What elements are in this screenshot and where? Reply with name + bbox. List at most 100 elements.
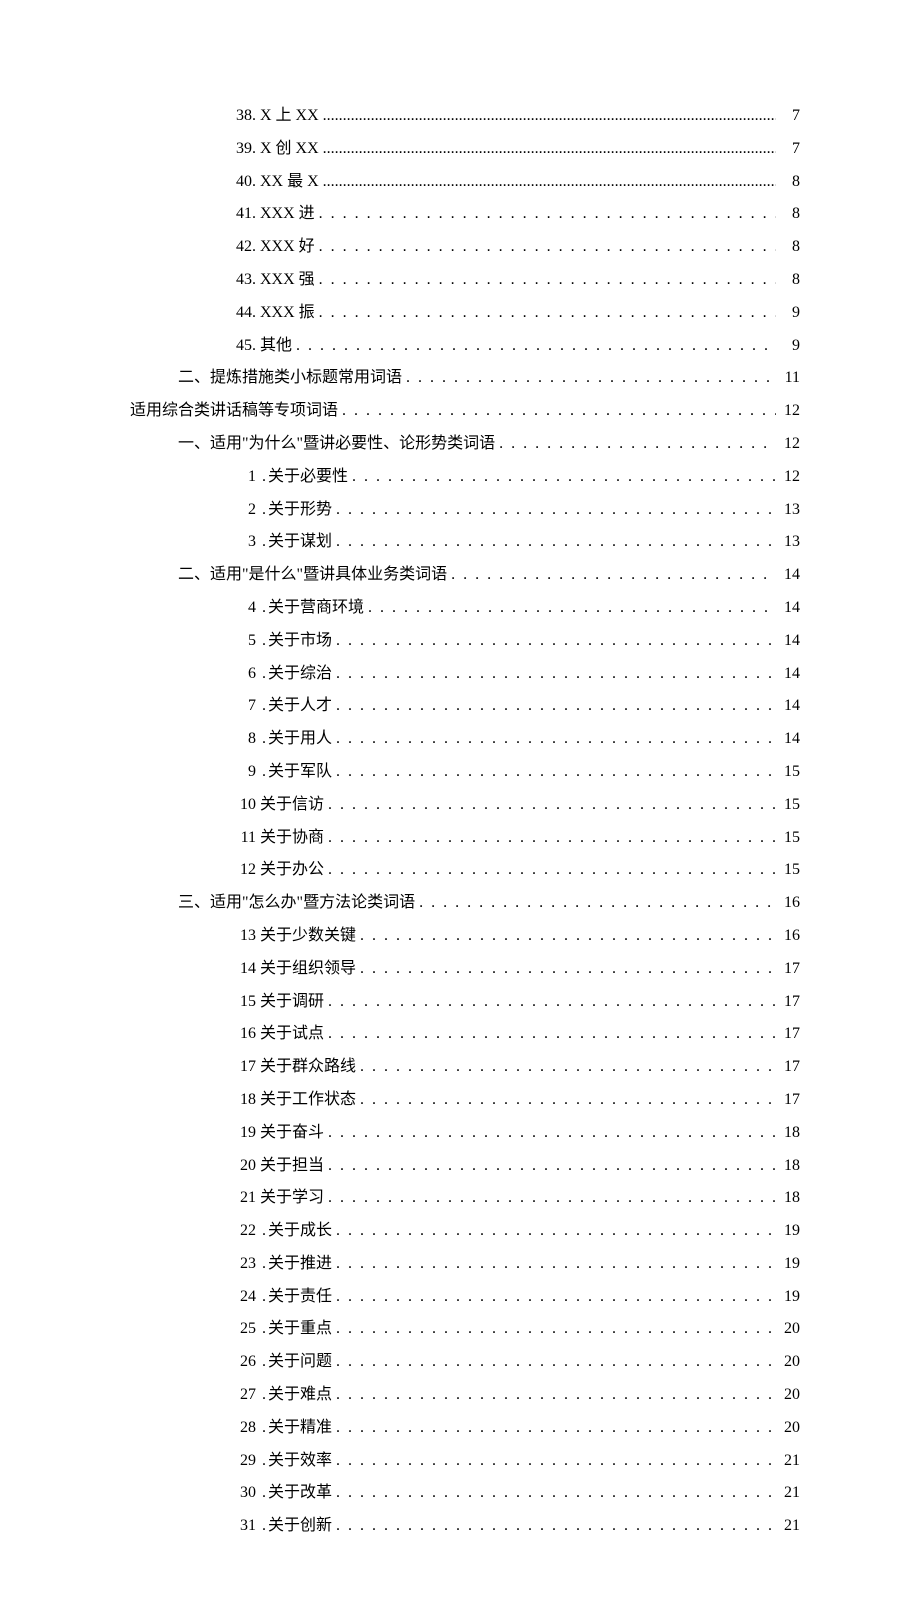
toc-leader-dots [332, 1445, 776, 1478]
toc-leader-dots [332, 494, 776, 527]
toc-page-number: 16 [776, 887, 800, 920]
toc-entry: 11关于协商15 [130, 822, 800, 855]
toc-page: 38.X 上 XX739.X 创 XX740.XX 最 X841.XXX 进84… [0, 0, 920, 1623]
toc-leader-dots [332, 1510, 776, 1543]
toc-separator: . [262, 756, 266, 789]
toc-leader-dots [364, 592, 776, 625]
toc-leader-dots [324, 822, 776, 855]
toc-leader-dots [324, 986, 776, 1019]
toc-leader-dots [356, 953, 776, 986]
toc-leader-dots [332, 1313, 776, 1346]
toc-number: 40. [226, 166, 256, 199]
toc-number: 43. [226, 264, 256, 297]
toc-leader-dots [332, 690, 776, 723]
toc-entry: 20关于担当18 [130, 1150, 800, 1183]
toc-label: 其他 [260, 330, 292, 363]
toc-label: 关于谋划 [268, 526, 332, 559]
toc-label: 关于调研 [260, 986, 324, 1019]
toc-entry: 8.关于用人14 [130, 723, 800, 756]
toc-leader-dots [332, 1412, 776, 1445]
toc-leader-dots [332, 1477, 776, 1510]
toc-number: 7 [226, 690, 256, 723]
toc-label: 关于营商环境 [268, 592, 364, 625]
toc-number: 9 [226, 756, 256, 789]
toc-entry: 24.关于责任19 [130, 1281, 800, 1314]
toc-number: 8 [226, 723, 256, 756]
toc-page-number: 20 [776, 1346, 800, 1379]
toc-entry: 38.X 上 XX7 [130, 100, 800, 133]
toc-leader-dots [332, 625, 776, 658]
toc-separator: . [262, 592, 266, 625]
toc-label: 关于学习 [260, 1182, 324, 1215]
toc-label: XX 最 X [260, 166, 319, 199]
toc-container: 38.X 上 XX739.X 创 XX740.XX 最 X841.XXX 进84… [130, 100, 800, 1543]
toc-entry: 7.关于人才14 [130, 690, 800, 723]
toc-entry: 27.关于难点20 [130, 1379, 800, 1412]
toc-label: 关于难点 [268, 1379, 332, 1412]
toc-number: 12 [226, 854, 256, 887]
toc-entry: 39.X 创 XX7 [130, 133, 800, 166]
toc-label: 关于办公 [260, 854, 324, 887]
toc-label: 关于必要性 [268, 461, 348, 494]
toc-number: 41. [226, 198, 256, 231]
toc-label: 关于试点 [260, 1018, 324, 1051]
toc-leader-dots [332, 1215, 776, 1248]
toc-entry: 6.关于综治14 [130, 658, 800, 691]
toc-number: 1 [226, 461, 256, 494]
toc-separator: . [262, 526, 266, 559]
toc-page-number: 19 [776, 1215, 800, 1248]
toc-number: 11 [226, 822, 256, 855]
toc-number: 2 [226, 494, 256, 527]
toc-leader-dots [447, 559, 776, 592]
toc-label: 关于军队 [268, 756, 332, 789]
toc-label: 关于担当 [260, 1150, 324, 1183]
toc-page-number: 17 [776, 1084, 800, 1117]
toc-page-number: 8 [776, 231, 800, 264]
toc-number: 30 [226, 1477, 256, 1510]
toc-page-number: 21 [776, 1445, 800, 1478]
toc-page-number: 21 [776, 1510, 800, 1543]
toc-label: XXX 振 [260, 297, 315, 330]
toc-entry: 44.XXX 振 9 [130, 297, 800, 330]
toc-number: 44. [226, 297, 256, 330]
toc-leader-dots [415, 887, 776, 920]
toc-page-number: 9 [776, 330, 800, 363]
toc-page-number: 8 [776, 198, 800, 231]
toc-number: 14 [226, 953, 256, 986]
toc-entry: 5.关于市场14 [130, 625, 800, 658]
toc-label: 二、提炼措施类小标题常用词语 [178, 362, 402, 395]
toc-number: 22 [226, 1215, 256, 1248]
toc-number: 26 [226, 1346, 256, 1379]
toc-leader-dots [315, 198, 776, 231]
toc-label: 关于少数关键 [260, 920, 356, 953]
toc-number: 21 [226, 1182, 256, 1215]
toc-entry: 19关于奋斗18 [130, 1117, 800, 1150]
toc-entry: 二、适用"是什么"暨讲具体业务类词语14 [130, 559, 800, 592]
toc-entry: 43.XXX 强8 [130, 264, 800, 297]
toc-label: 关于效率 [268, 1445, 332, 1478]
toc-label: 关于奋斗 [260, 1117, 324, 1150]
toc-leader-dots [324, 1150, 776, 1183]
toc-page-number: 14 [776, 690, 800, 723]
toc-number: 27 [226, 1379, 256, 1412]
toc-page-number: 16 [776, 920, 800, 953]
toc-entry: 40.XX 最 X8 [130, 166, 800, 199]
toc-leader-dots [348, 461, 776, 494]
toc-page-number: 7 [776, 133, 800, 166]
toc-number: 45. [226, 330, 256, 363]
toc-leader-dots [315, 264, 776, 297]
toc-label: 关于改革 [268, 1477, 332, 1510]
toc-entry: 21关于学习18 [130, 1182, 800, 1215]
toc-label: XXX 进 [260, 198, 315, 231]
toc-number: 29 [226, 1445, 256, 1478]
toc-entry: 13关于少数关键16 [130, 920, 800, 953]
toc-entry: 28.关于精准20 [130, 1412, 800, 1445]
toc-page-number: 9 [776, 297, 800, 330]
toc-page-number: 7 [776, 100, 800, 133]
toc-page-number: 14 [776, 625, 800, 658]
toc-label: X 创 XX [260, 133, 319, 166]
toc-label: 关于信访 [260, 789, 324, 822]
toc-leader-dots [338, 395, 776, 428]
toc-number: 38. [226, 100, 256, 133]
toc-leader-dots [315, 297, 776, 330]
